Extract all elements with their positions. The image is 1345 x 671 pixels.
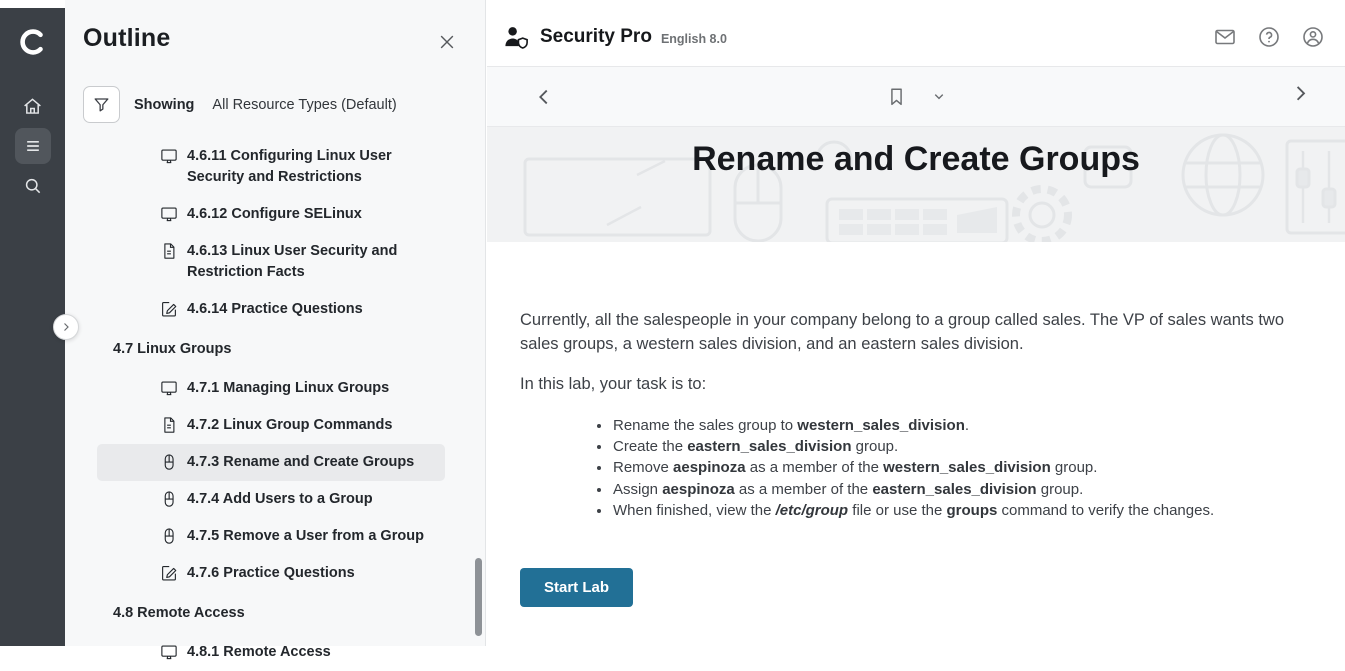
logo-c-icon <box>18 27 48 57</box>
outline-item-label: 4.7.2 Linux Group Commands <box>187 415 392 436</box>
lab-icon <box>160 453 178 471</box>
lab-icon <box>160 490 178 508</box>
previous-lesson-button[interactable] <box>533 86 555 108</box>
search-button[interactable] <box>15 168 51 204</box>
help-button[interactable] <box>1257 25 1281 49</box>
outline-item[interactable]: 4.7.5 Remove a User from a Group <box>97 518 445 555</box>
edit-icon <box>160 564 178 582</box>
outline-item[interactable]: 4.8.1 Remote Access <box>97 634 445 671</box>
outline-scrollbar <box>475 0 483 646</box>
task-list-item: When finished, view the /etc/group file … <box>612 500 1305 521</box>
home-button[interactable] <box>15 88 51 124</box>
outline-menu-button[interactable] <box>15 128 51 164</box>
outline-item-label: 4.7.6 Practice Questions <box>187 563 355 584</box>
lesson-navbar <box>487 67 1345 126</box>
bookmark-menu-button[interactable] <box>932 89 947 104</box>
mail-icon <box>1213 25 1237 49</box>
task-list-item: Create the eastern_sales_division group. <box>612 436 1305 457</box>
outline-item[interactable]: 4.6.13 Linux User Security and Restricti… <box>97 233 445 291</box>
lesson-title-banner: Rename and Create Groups <box>487 126 1345 242</box>
video-icon <box>160 147 178 165</box>
scenario-paragraph: Currently, all the salespeople in your c… <box>520 308 1304 356</box>
resource-filter-row: Showing All Resource Types (Default) <box>83 86 485 123</box>
bookmark-controls <box>886 85 947 109</box>
outline-close-button[interactable] <box>433 28 461 59</box>
outline-item[interactable]: 4.7.1 Managing Linux Groups <box>97 370 445 407</box>
video-icon <box>160 379 178 397</box>
outline-item[interactable]: 4.6.12 Configure SELinux <box>97 196 445 233</box>
task-list: Rename the sales group to western_sales_… <box>612 415 1305 521</box>
outline-item-label: 4.7.3 Rename and Create Groups <box>187 452 414 473</box>
task-list-item: Remove aespinoza as a member of the west… <box>612 457 1305 478</box>
outline-item-label: 4.7.5 Remove a User from a Group <box>187 526 424 547</box>
account-button[interactable] <box>1301 25 1325 49</box>
bookmark-icon <box>886 85 908 109</box>
outline-item[interactable]: 4.7.3 Rename and Create Groups <box>97 444 445 481</box>
app-logo <box>18 20 48 64</box>
chevron-right-icon <box>1293 86 1315 108</box>
outline-panel: Outline Showing All Resource Types (Defa… <box>65 0 486 646</box>
filter-value: All Resource Types (Default) <box>212 97 396 113</box>
course-person-shield-icon <box>503 25 530 49</box>
chevron-down-icon <box>932 89 947 104</box>
menu-icon <box>23 136 43 156</box>
outline-item-label: 4.8.1 Remote Access <box>187 642 331 663</box>
messages-button[interactable] <box>1213 25 1237 49</box>
outline-item-label: 4.6.12 Configure SELinux <box>187 204 362 225</box>
course-title: Security Pro <box>540 26 652 48</box>
outline-section-header[interactable]: 4.8 Remote Access <box>65 592 485 634</box>
lab-icon <box>160 527 178 545</box>
app-root: Outline Showing All Resource Types (Defa… <box>0 0 1345 646</box>
outline-item[interactable]: 4.7.4 Add Users to a Group <box>97 481 445 518</box>
bookmark-button[interactable] <box>886 85 908 109</box>
outline-item-label: 4.7.4 Add Users to a Group <box>187 489 373 510</box>
course-header: Security Pro English 8.0 <box>487 0 1345 67</box>
outline-item-label: 4.6.13 Linux User Security and Restricti… <box>187 241 437 283</box>
close-icon <box>437 32 457 52</box>
panel-collapse-button[interactable] <box>53 314 79 340</box>
filter-showing-label: Showing <box>134 97 194 113</box>
outline-panel-title: Outline <box>83 24 171 53</box>
outline-item-label: 4.6.14 Practice Questions <box>187 299 363 320</box>
video-icon <box>160 205 178 223</box>
next-lesson-button[interactable] <box>1293 86 1315 108</box>
account-icon <box>1301 25 1325 49</box>
outline-item[interactable]: 4.7.6 Practice Questions <box>97 555 445 592</box>
outline-item[interactable]: 4.6.11 Configuring Linux User Security a… <box>97 138 445 196</box>
main-area: Security Pro English 8.0 <box>487 0 1345 646</box>
edit-icon <box>160 300 178 318</box>
task-list-item: Assign aespinoza as a member of the east… <box>612 479 1305 500</box>
home-icon <box>22 96 43 117</box>
document-icon <box>160 416 178 434</box>
outline-list: 4.6.11 Configuring Linux User Security a… <box>65 138 485 671</box>
task-list-item: Rename the sales group to western_sales_… <box>612 415 1305 436</box>
outline-section-header[interactable]: 4.7 Linux Groups <box>65 328 485 370</box>
outline-scrollbar-thumb[interactable] <box>475 558 482 636</box>
lab-description: Currently, all the salespeople in your c… <box>487 242 1345 607</box>
document-icon <box>160 242 178 260</box>
page-title: Rename and Create Groups <box>487 127 1345 179</box>
outline-item-label: 4.7.1 Managing Linux Groups <box>187 378 389 399</box>
help-icon <box>1257 25 1281 49</box>
start-lab-button[interactable]: Start Lab <box>520 568 633 607</box>
filter-funnel-icon <box>92 95 111 114</box>
header-icons <box>1213 25 1325 49</box>
outline-item[interactable]: 4.7.2 Linux Group Commands <box>97 407 445 444</box>
chevron-right-icon <box>60 321 72 333</box>
filter-button[interactable] <box>83 86 120 123</box>
chevron-left-icon <box>533 86 555 108</box>
outline-item[interactable]: 4.6.14 Practice Questions <box>97 291 445 328</box>
search-icon <box>23 176 43 196</box>
course-edition: English 8.0 <box>661 32 727 46</box>
task-intro: In this lab, your task is to: <box>520 372 1304 396</box>
outline-item-label: 4.6.11 Configuring Linux User Security a… <box>187 146 437 188</box>
sidebar-nav <box>15 88 51 204</box>
